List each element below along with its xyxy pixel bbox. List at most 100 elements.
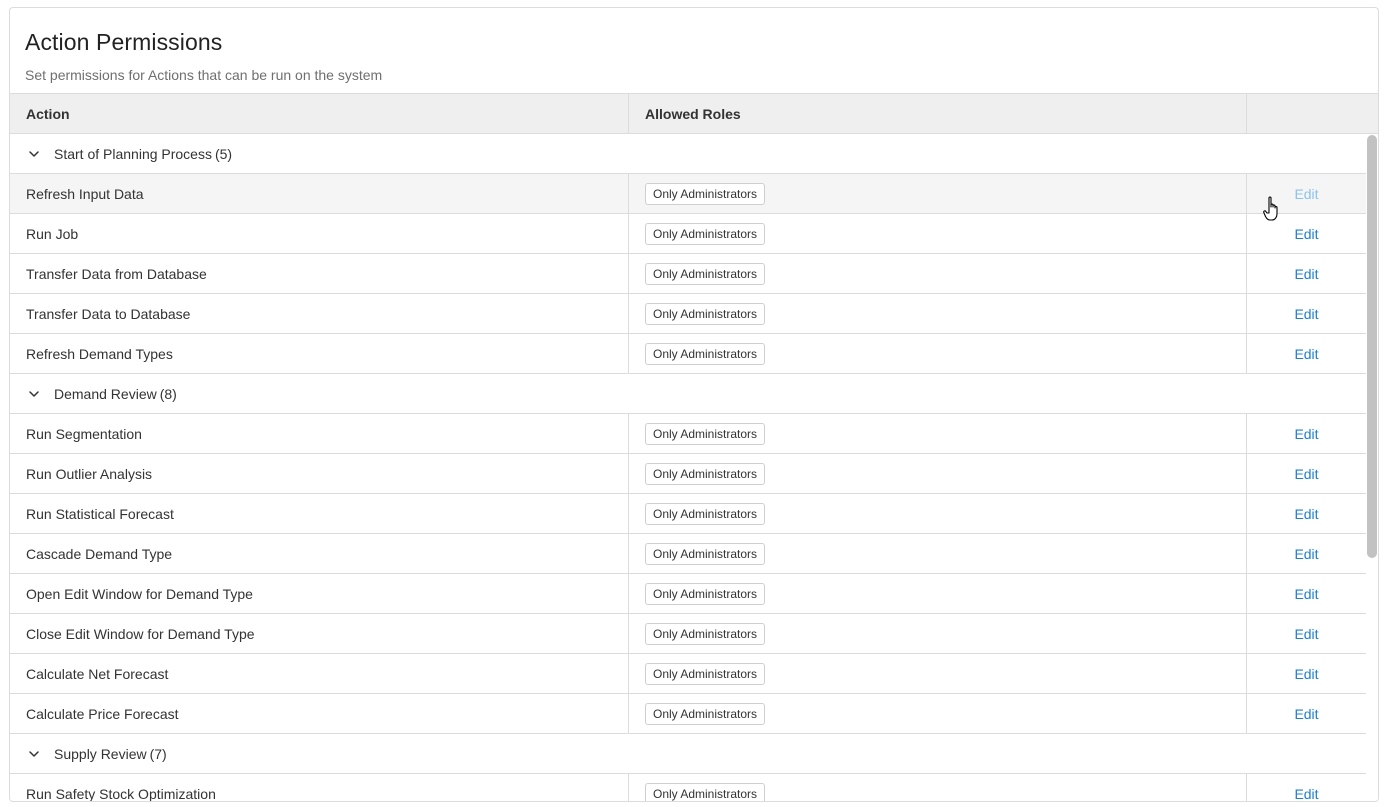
edit-link[interactable]: Edit	[1294, 466, 1318, 482]
edit-cell: Edit	[1246, 654, 1366, 693]
table-row: Run Outlier Analysis Only Administrators E…	[10, 454, 1366, 494]
page-subtitle: Set permissions for Actions that can be …	[25, 67, 383, 83]
table-row: Transfer Data to Database Only Administra…	[10, 294, 1366, 334]
column-header-allowed-roles[interactable]: Allowed Roles	[628, 94, 1246, 133]
table-row: Calculate Price Forecast Only Administrat…	[10, 694, 1366, 734]
group-name: Demand Review	[54, 385, 157, 402]
edit-cell: Edit	[1246, 534, 1366, 573]
edit-link[interactable]: Edit	[1294, 346, 1318, 362]
edit-link[interactable]: Edit	[1294, 666, 1318, 682]
action-name: Transfer Data from Database	[26, 265, 207, 282]
allowed-roles-cell: Only Administrators	[628, 214, 1246, 253]
edit-cell: Edit	[1246, 174, 1366, 213]
role-badge: Only Administrators	[645, 262, 766, 285]
table-scrollbar[interactable]	[1366, 134, 1378, 801]
allowed-roles-cell: Only Administrators	[628, 454, 1246, 493]
table-row: Run Safety Stock Optimization Only Admini…	[10, 774, 1366, 801]
edit-cell: Edit	[1246, 214, 1366, 253]
action-name: Transfer Data to Database	[26, 305, 191, 322]
action-name: Run Job	[26, 225, 79, 242]
edit-link[interactable]: Edit	[1294, 186, 1318, 202]
card-header: Action Permissions Set permissions for A…	[10, 8, 1378, 93]
table-row: Refresh Demand Types Only Administrators E…	[10, 334, 1366, 374]
role-badge: Only Administrators	[645, 622, 766, 645]
edit-cell: Edit	[1246, 774, 1366, 801]
table-row: Calculate Net Forecast Only Administrator…	[10, 654, 1366, 694]
edit-link[interactable]: Edit	[1294, 426, 1318, 442]
role-badge: Only Administrators	[645, 782, 766, 801]
role-badge: Only Administrators	[645, 502, 766, 525]
allowed-roles-cell: Only Administrators	[628, 334, 1246, 373]
edit-link[interactable]: Edit	[1294, 626, 1318, 642]
allowed-roles-cell: Only Administrators	[628, 654, 1246, 693]
allowed-roles-cell: Only Administrators	[628, 694, 1246, 733]
allowed-roles-cell: Only Administrators	[628, 774, 1246, 801]
edit-link[interactable]: Edit	[1294, 786, 1318, 802]
table-row: Transfer Data from Database Only Administ…	[10, 254, 1366, 294]
group-name: Start of Planning Process	[54, 145, 212, 162]
allowed-roles-cell: Only Administrators	[628, 574, 1246, 613]
action-name: Run Segmentation	[26, 425, 142, 442]
group-count: (8)	[159, 385, 177, 402]
action-name: Close Edit Window for Demand Type	[26, 625, 255, 642]
role-badge: Only Administrators	[645, 542, 766, 565]
role-badge: Only Administrators	[645, 222, 766, 245]
group-row[interactable]: Demand Review (8)	[10, 374, 1366, 414]
chevron-down-icon[interactable]	[10, 748, 54, 760]
group-name: Supply Review	[54, 745, 147, 762]
allowed-roles-cell: Only Administrators	[628, 414, 1246, 453]
edit-cell: Edit	[1246, 614, 1366, 653]
edit-link[interactable]: Edit	[1294, 546, 1318, 562]
edit-link[interactable]: Edit	[1294, 586, 1318, 602]
role-badge: Only Administrators	[645, 702, 766, 725]
chevron-down-icon[interactable]	[10, 148, 54, 160]
allowed-roles-cell: Only Administrators	[628, 254, 1246, 293]
allowed-roles-cell: Only Administrators	[628, 174, 1246, 213]
scrollbar-thumb[interactable]	[1367, 135, 1377, 558]
edit-link[interactable]: Edit	[1294, 266, 1318, 282]
action-name: Refresh Input Data	[26, 185, 144, 202]
table-row: Cascade Demand Type Only Administrators Ed…	[10, 534, 1366, 574]
edit-link[interactable]: Edit	[1294, 706, 1318, 722]
table-header: Action Allowed Roles	[10, 93, 1378, 134]
edit-cell: Edit	[1246, 694, 1366, 733]
edit-cell: Edit	[1246, 454, 1366, 493]
role-badge: Only Administrators	[645, 462, 766, 485]
edit-link[interactable]: Edit	[1294, 226, 1318, 242]
edit-link[interactable]: Edit	[1294, 506, 1318, 522]
group-count: (5)	[214, 145, 233, 162]
role-badge: Only Administrators	[645, 582, 766, 605]
table-row: Run Statistical Forecast Only Administrat…	[10, 494, 1366, 534]
action-name: Cascade Demand Type	[26, 545, 173, 562]
edit-link[interactable]: Edit	[1294, 306, 1318, 322]
group-count: (7)	[149, 745, 167, 762]
edit-cell: Edit	[1246, 494, 1366, 533]
role-badge: Only Administrators	[645, 302, 766, 325]
table-body: Start of Planning Process (5) Refresh Inpu…	[10, 134, 1366, 801]
group-row[interactable]: Supply Review (7)	[10, 734, 1366, 774]
action-name: Run Statistical Forecast	[26, 505, 174, 522]
role-badge: Only Administrators	[645, 182, 766, 205]
action-name: Open Edit Window for Demand Type	[26, 585, 253, 602]
allowed-roles-cell: Only Administrators	[628, 494, 1246, 533]
column-header-edit	[1246, 94, 1366, 133]
allowed-roles-cell: Only Administrators	[628, 614, 1246, 653]
table-row: Refresh Input Data Only Administrators Edi…	[10, 174, 1366, 214]
table-row: Open Edit Window for Demand Type Only Adm…	[10, 574, 1366, 614]
edit-cell: Edit	[1246, 414, 1366, 453]
chevron-down-icon[interactable]	[10, 388, 54, 400]
table-row: Run Job Only Administrators Edit	[10, 214, 1366, 254]
role-badge: Only Administrators	[645, 662, 766, 685]
action-name: Calculate Price Forecast	[26, 705, 179, 722]
page-title: Action Permissions	[25, 29, 223, 55]
edit-cell: Edit	[1246, 254, 1366, 293]
edit-cell: Edit	[1246, 574, 1366, 613]
table-row: Run Segmentation Only Administrators Edit	[10, 414, 1366, 454]
edit-cell: Edit	[1246, 294, 1366, 333]
column-header-action[interactable]: Action	[10, 94, 628, 133]
permissions-table: Action Allowed Roles Start of Planning P…	[10, 93, 1378, 801]
role-badge: Only Administrators	[645, 422, 766, 445]
allowed-roles-cell: Only Administrators	[628, 294, 1246, 333]
group-row[interactable]: Start of Planning Process (5)	[10, 134, 1366, 174]
table-row: Close Edit Window for Demand Type Only Ad…	[10, 614, 1366, 654]
